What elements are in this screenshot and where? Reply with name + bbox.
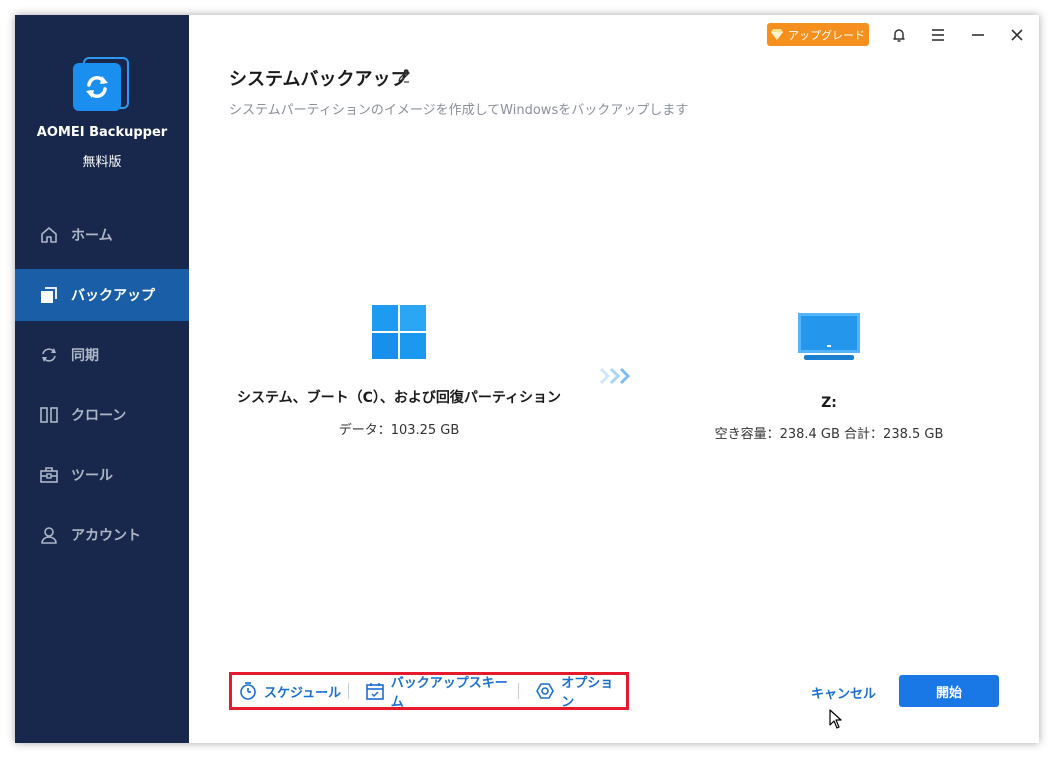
sidebar-item-clone[interactable]: クローン <box>15 389 189 441</box>
destination-space: 空き容量：238.4 GB 合計：238.5 GB <box>714 427 944 442</box>
minimize-icon[interactable] <box>966 23 990 47</box>
mouse-cursor-icon <box>829 709 843 733</box>
backup-scheme-button[interactable]: バックアップスキーム <box>349 675 519 710</box>
close-icon[interactable] <box>1005 23 1029 47</box>
sidebar-item-account[interactable]: アカウント <box>15 509 189 561</box>
user-icon <box>39 525 59 545</box>
sidebar-item-label: ホーム <box>71 228 113 244</box>
sidebar: AOMEI Backupper 無料版 ホーム バックアップ 同期 クローン ツ… <box>15 15 189 743</box>
upgrade-button[interactable]: アップグレード <box>767 23 869 46</box>
sync-icon <box>39 345 59 365</box>
toolbox-icon <box>39 465 59 485</box>
sidebar-item-label: ツール <box>71 468 113 484</box>
sidebar-item-sync[interactable]: 同期 <box>15 329 189 381</box>
refresh-logo-icon <box>86 76 108 98</box>
options-label: オプション <box>561 676 614 710</box>
sidebar-item-tools[interactable]: ツール <box>15 449 189 501</box>
direction-arrows-icon <box>599 367 633 385</box>
app-edition: 無料版 <box>82 155 122 170</box>
page-title: システムバックアップ <box>229 69 409 90</box>
home-icon <box>39 225 59 245</box>
upgrade-label: アップグレード <box>788 28 865 42</box>
clone-icon <box>39 405 59 425</box>
diamond-icon <box>771 29 783 40</box>
app-window: AOMEI Backupper 無料版 ホーム バックアップ 同期 クローン ツ… <box>15 15 1039 743</box>
app-logo <box>71 53 133 115</box>
destination-selector[interactable]: Z: 空き容量：238.4 GB 合計：238.5 GB <box>699 313 959 442</box>
options-button[interactable]: オプション <box>519 675 626 710</box>
monitor-icon <box>798 313 860 363</box>
cancel-button[interactable]: キャンセル <box>811 683 876 702</box>
stopwatch-icon <box>238 681 258 701</box>
backup-icon <box>39 285 59 305</box>
edit-icon[interactable] <box>397 68 411 87</box>
start-button[interactable]: 開始 <box>899 675 999 707</box>
schedule-label: スケジュール <box>264 685 342 701</box>
backup-scheme-label: バックアップスキーム <box>390 676 508 710</box>
app-name: AOMEI Backupper <box>36 125 168 140</box>
source-name: システム、ブート（C）、および回復パーティション <box>236 390 561 406</box>
sidebar-item-backup[interactable]: バックアップ <box>15 269 189 321</box>
page-subtitle: システムパーティションのイメージを作成してWindowsをバックアップします <box>229 103 689 118</box>
schedule-button[interactable]: スケジュール <box>232 675 348 707</box>
bell-icon[interactable] <box>887 23 911 47</box>
gear-icon <box>535 681 555 701</box>
backup-settings-bar: スケジュール バックアップスキーム オプション <box>229 672 629 710</box>
menu-icon[interactable] <box>926 23 950 47</box>
source-selector[interactable]: システム、ブート（C）、および回復パーティション データ：103.25 GB <box>229 305 569 438</box>
sidebar-item-label: 同期 <box>71 348 99 364</box>
calendar-check-icon <box>365 681 385 701</box>
sidebar-item-home[interactable]: ホーム <box>15 209 189 261</box>
sidebar-item-label: アカウント <box>71 528 141 544</box>
sidebar-item-label: クローン <box>71 408 127 424</box>
destination-name: Z: <box>821 395 837 411</box>
main-panel: アップグレード システムバックアップ システムパーティションのイメージを作成して… <box>189 15 1039 743</box>
source-data-size: データ：103.25 GB <box>338 423 460 438</box>
windows-logo-icon <box>372 305 426 359</box>
sidebar-item-label: バックアップ <box>71 288 155 304</box>
